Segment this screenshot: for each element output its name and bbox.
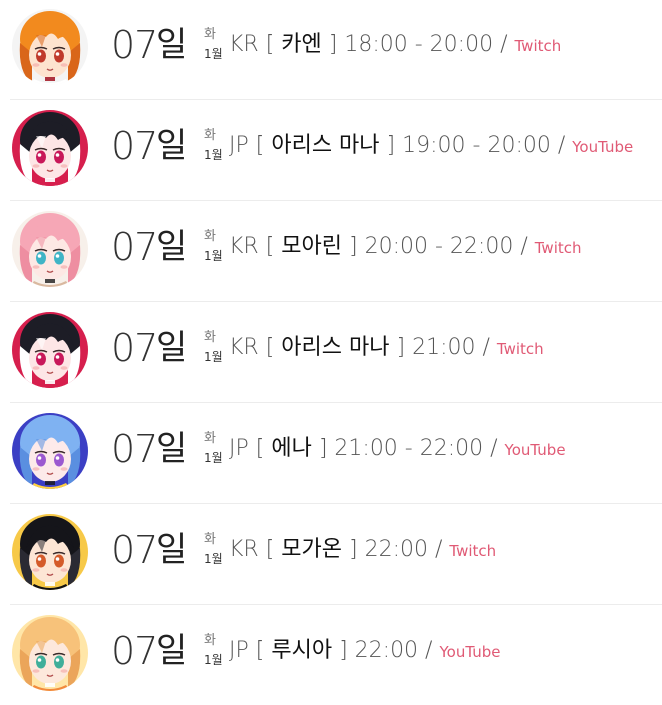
bracket-open: [ (248, 436, 272, 461)
streamer-name[interactable]: 아리스 마나 (281, 335, 389, 360)
stream-info: JP [ 아리스 마나 ] 19:00 - 20:00 / YouTube (229, 131, 633, 162)
avatar-kaen-icon (12, 9, 88, 85)
bracket-close: ] (342, 234, 365, 259)
avatar-mogaon-icon (12, 514, 88, 590)
region-code: JP (229, 638, 249, 663)
stream-info: KR [ 아리스 마나 ] 21:00 / Twitch (229, 333, 544, 364)
day-suffix: 일 (156, 328, 188, 368)
region-code: KR (229, 537, 259, 562)
schedule-row[interactable]: 07 일 화 1월 KR [ 모아린 ] 20:00 - 22:00 / Twi… (10, 202, 662, 302)
day-suffix: 일 (156, 126, 188, 166)
day-number: 07 (111, 629, 158, 673)
weekday-label: 화 (204, 633, 216, 648)
month-label: 1월 (204, 350, 223, 364)
avatar-moarin-icon (12, 211, 88, 287)
stream-time: 22:00 (354, 638, 419, 663)
stream-time: 22:00 (364, 537, 429, 562)
weekday-label: 화 (204, 128, 216, 143)
day-number: 07 (111, 225, 158, 269)
separator: / (493, 32, 515, 57)
month-label: 1월 (204, 451, 223, 465)
platform-link[interactable]: Twitch (449, 542, 496, 560)
bracket-close: ] (342, 537, 365, 562)
schedule-row[interactable]: 07 일 화 1월 JP [ 에나 ] 21:00 - 22:00 / YouT… (10, 404, 662, 504)
stream-time: 21:00 - 22:00 (334, 436, 484, 461)
platform-link[interactable]: YouTube (572, 138, 633, 156)
platform-link[interactable]: Twitch (515, 37, 562, 55)
stream-info: JP [ 루시아 ] 22:00 / YouTube (229, 636, 500, 667)
stream-time: 21:00 (412, 335, 476, 360)
stream-time: 18:00 - 20:00 (344, 32, 494, 57)
bracket-open: [ (248, 133, 272, 158)
region-code: JP (229, 133, 249, 158)
month-label: 1월 (204, 249, 223, 263)
bracket-close: ] (332, 638, 355, 663)
weekday-label: 화 (204, 431, 216, 446)
schedule-row[interactable]: 07 일 화 1월 KR [ 아리스 마나 ] 21:00 / Twitch (10, 303, 662, 403)
region-code: KR (229, 234, 259, 259)
bracket-open: [ (258, 234, 282, 259)
streamer-name[interactable]: 에나 (271, 436, 311, 461)
platform-link[interactable]: YouTube (505, 441, 566, 459)
day-number: 07 (111, 124, 158, 168)
schedule-row[interactable]: 07 일 화 1월 JP [ 루시아 ] 22:00 / YouTube (10, 606, 662, 705)
stream-time: 20:00 - 22:00 (364, 234, 514, 259)
separator: / (428, 537, 450, 562)
day-suffix: 일 (156, 227, 188, 267)
streamer-name[interactable]: 아리스 마나 (271, 133, 379, 158)
day-suffix: 일 (156, 530, 188, 570)
streamer-name[interactable]: 모아린 (281, 234, 342, 259)
stream-info: KR [ 모가온 ] 22:00 / Twitch (229, 535, 496, 566)
avatar-lucia-icon (12, 615, 88, 691)
schedule-row[interactable]: 07 일 화 1월 JP [ 아리스 마나 ] 19:00 - 20:00 / … (10, 101, 662, 201)
separator: / (550, 133, 573, 158)
day-suffix: 일 (156, 429, 188, 469)
region-code: KR (229, 335, 259, 360)
platform-link[interactable]: Twitch (497, 340, 544, 358)
bracket-open: [ (258, 335, 282, 360)
schedule-row[interactable]: 07 일 화 1월 KR [ 카엔 ] 18:00 - 20:00 / Twit… (10, 0, 662, 100)
bracket-close: ] (311, 436, 335, 461)
day-number: 07 (111, 326, 158, 370)
month-label: 1월 (204, 148, 223, 162)
platform-link[interactable]: YouTube (439, 643, 500, 661)
region-code: KR (229, 32, 259, 57)
bracket-close: ] (379, 133, 403, 158)
stream-info: KR [ 카엔 ] 18:00 - 20:00 / Twitch (229, 30, 561, 61)
stream-time: 19:00 - 20:00 (402, 133, 551, 158)
weekday-label: 화 (204, 27, 216, 42)
region-code: JP (229, 436, 249, 461)
avatar-aris-mana-icon (12, 312, 88, 388)
bracket-open: [ (248, 638, 272, 663)
streamer-name[interactable]: 모가온 (281, 537, 342, 562)
stream-info: JP [ 에나 ] 21:00 - 22:00 / YouTube (229, 434, 566, 465)
day-number: 07 (111, 23, 158, 67)
avatar-aris-mana-icon (12, 110, 88, 186)
bracket-close: ] (321, 32, 345, 57)
streamer-name[interactable]: 카엔 (281, 32, 321, 57)
stream-info: KR [ 모아린 ] 20:00 - 22:00 / Twitch (229, 232, 582, 263)
separator: / (475, 335, 497, 360)
day-suffix: 일 (156, 631, 188, 671)
separator: / (513, 234, 535, 259)
month-label: 1월 (204, 552, 223, 566)
streamer-name[interactable]: 루시아 (271, 638, 332, 663)
schedule-row[interactable]: 07 일 화 1월 KR [ 모가온 ] 22:00 / Twitch (10, 505, 662, 605)
day-suffix: 일 (156, 25, 188, 65)
bracket-open: [ (258, 537, 282, 562)
day-number: 07 (111, 427, 158, 471)
weekday-label: 화 (204, 330, 216, 345)
bracket-close: ] (389, 335, 413, 360)
avatar-ena-icon (12, 413, 88, 489)
platform-link[interactable]: Twitch (535, 239, 582, 257)
weekday-label: 화 (204, 229, 216, 244)
month-label: 1월 (204, 653, 223, 667)
separator: / (483, 436, 505, 461)
day-number: 07 (111, 528, 158, 572)
month-label: 1월 (204, 47, 223, 61)
weekday-label: 화 (204, 532, 216, 547)
schedule-list: 07 일 화 1월 KR [ 카엔 ] 18:00 - 20:00 / Twit… (0, 0, 662, 705)
bracket-open: [ (258, 32, 282, 57)
separator: / (418, 638, 440, 663)
